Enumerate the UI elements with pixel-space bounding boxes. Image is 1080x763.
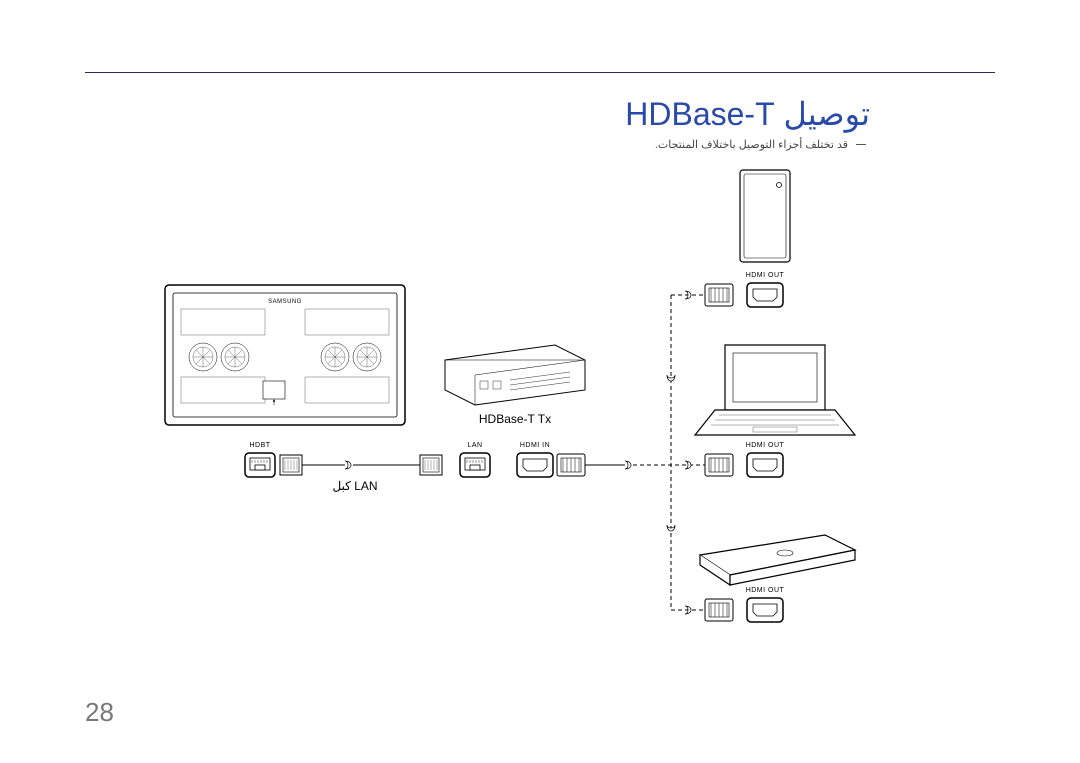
page-number: 28	[85, 697, 114, 728]
hdmi-plug-icon	[705, 454, 733, 476]
tx-hdmi-in-port-icon: HDMI IN	[517, 442, 553, 477]
hdmi-out-port-icon: HDMI OUT	[746, 442, 785, 477]
brand-label: SAMSUNG	[268, 299, 302, 305]
hdmi-plug-tx-icon	[557, 454, 585, 476]
hdmi-in-label: HDMI IN	[520, 442, 550, 449]
hdmi-out-port-icon: HDMI OUT	[746, 587, 785, 622]
connection-diagram: SAMSUNG HDBT	[85, 165, 875, 665]
hdmi-out-port-icon: HDMI OUT	[746, 272, 785, 307]
tx-lan-port-icon: LAN	[460, 442, 490, 477]
hdmi-out-label: HDMI OUT	[746, 272, 785, 279]
lan-label: LAN	[467, 442, 482, 449]
lan-cable-label: كبل LAN	[332, 479, 377, 493]
cable-break-icon	[345, 461, 351, 469]
note-row: قد تختلف أجزاء التوصيل باختلاف المنتجات.	[655, 138, 870, 151]
laptop-icon	[695, 345, 855, 435]
note-dash-icon	[856, 144, 866, 145]
note-text: قد تختلف أجزاء التوصيل باختلاف المنتجات.	[655, 138, 848, 151]
lan-plug-left-icon	[280, 455, 302, 475]
display-device-icon: SAMSUNG	[165, 285, 405, 425]
hdmi-plug-icon	[705, 599, 733, 621]
cable-break-icon	[667, 525, 675, 531]
hdbaset-tx-device-icon	[445, 345, 585, 405]
hdmi-plug-icon	[705, 284, 733, 306]
page-title: توصيل HDBase-T	[625, 95, 870, 133]
lan-plug-right-icon	[420, 455, 442, 475]
hdbt-label: HDBT	[249, 442, 270, 449]
hdbt-port-icon: HDBT	[245, 442, 275, 477]
hdmi-out-label: HDMI OUT	[746, 587, 785, 594]
pc-tower-icon	[740, 170, 790, 262]
hdmi-out-label: HDMI OUT	[746, 442, 785, 449]
player-device-icon	[700, 535, 855, 585]
cable-break-icon	[625, 461, 631, 469]
txbox-label: HDBase-T Tx	[479, 412, 551, 426]
top-rule	[85, 72, 995, 73]
